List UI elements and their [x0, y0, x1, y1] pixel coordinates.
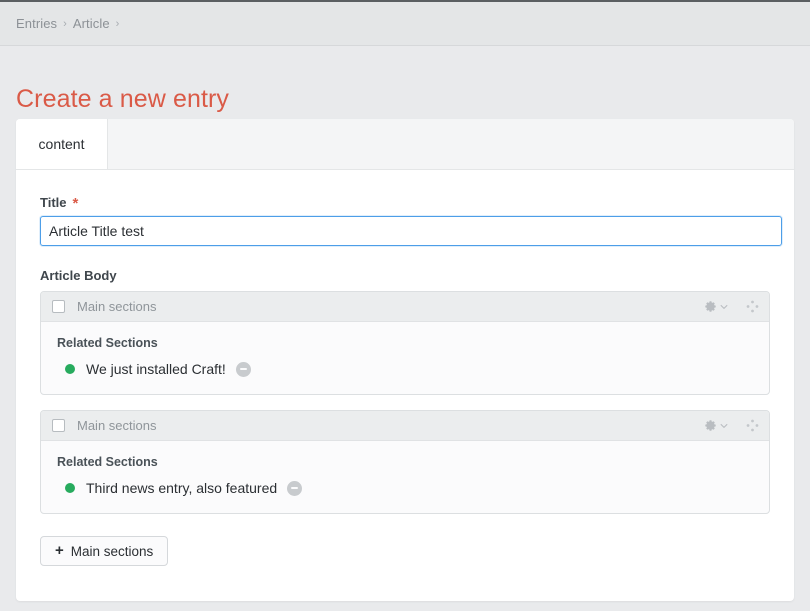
move-handle-icon[interactable] — [746, 300, 759, 313]
remove-circle-icon[interactable] — [235, 361, 251, 377]
move-handle-icon[interactable] — [746, 419, 759, 432]
add-main-sections-button[interactable]: + Main sections — [40, 536, 169, 566]
related-entry-title[interactable]: We just installed Craft! — [86, 361, 226, 377]
block-type-label: Main sections — [77, 299, 157, 314]
tab-content[interactable]: content — [16, 119, 108, 169]
block-select-checkbox[interactable] — [52, 300, 65, 313]
block-type-label: Main sections — [77, 418, 157, 433]
remove-minus-bar — [239, 368, 247, 370]
title-field-label: Title * — [40, 195, 770, 212]
block-actions — [704, 419, 759, 432]
block-actions — [704, 300, 759, 313]
breadcrumb: Entries › Article › — [0, 2, 810, 46]
chevron-down-icon — [720, 423, 728, 429]
matrix-block-body: Related Sections We just installed Craft… — [41, 322, 769, 394]
status-dot-icon — [65, 364, 75, 374]
breadcrumb-item-entries[interactable]: Entries — [16, 16, 57, 31]
breadcrumb-item-article[interactable]: Article — [73, 16, 110, 31]
required-asterisk-icon: * — [72, 195, 79, 212]
gear-icon — [704, 419, 717, 432]
related-sections-label: Related Sections — [57, 455, 158, 469]
matrix-block: Main sections — [40, 410, 770, 514]
matrix-block-body: Related Sections Third news entry, also … — [41, 441, 769, 513]
add-button-label: Main sections — [70, 543, 154, 559]
breadcrumb-separator-icon: › — [63, 17, 67, 30]
page-title: Create a new entry — [16, 84, 230, 113]
tab-bar: content — [16, 119, 794, 170]
panel-body: Title * Article Body Main sections — [16, 170, 794, 566]
gear-icon — [704, 300, 717, 313]
breadcrumb-separator-icon-2: › — [115, 17, 120, 30]
status-dot-icon — [65, 483, 75, 493]
remove-circle-icon[interactable] — [287, 480, 303, 496]
article-body-label: Article Body — [40, 268, 117, 283]
app-root: Entries › Article › Create a new entry c… — [0, 0, 810, 611]
matrix-block-header[interactable]: Main sections — [41, 292, 769, 322]
related-entry-title[interactable]: Third news entry, also featured — [86, 480, 277, 496]
block-settings-button[interactable] — [704, 300, 728, 313]
chevron-down-icon — [720, 304, 728, 310]
title-input[interactable] — [40, 216, 782, 246]
related-entry-row: We just installed Craft! — [57, 361, 753, 377]
content-panel: content Title * Article Body Main sectio… — [16, 119, 794, 601]
plus-icon: + — [55, 541, 64, 559]
related-sections-label: Related Sections — [57, 336, 158, 350]
matrix-block: Main sections — [40, 291, 770, 395]
remove-minus-bar — [291, 487, 299, 489]
matrix-block-header[interactable]: Main sections — [41, 411, 769, 441]
block-select-checkbox[interactable] — [52, 419, 65, 432]
block-settings-button[interactable] — [704, 419, 728, 432]
title-label-text: Title — [40, 195, 67, 210]
related-entry-row: Third news entry, also featured — [57, 480, 753, 496]
